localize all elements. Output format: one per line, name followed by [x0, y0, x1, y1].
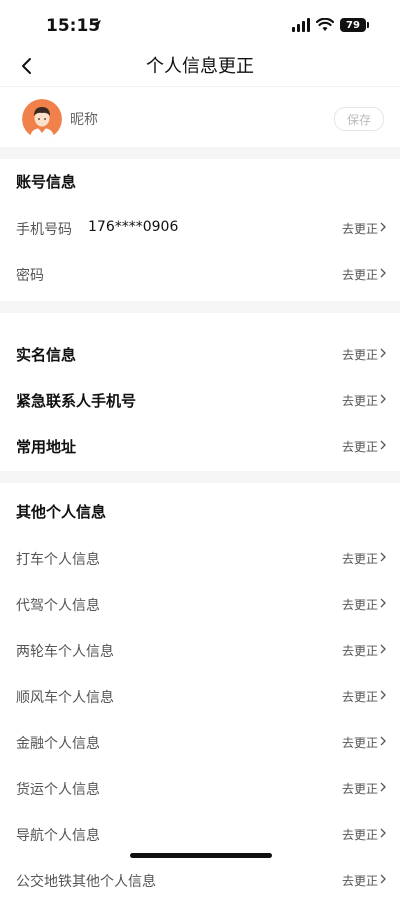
row-label: 货运个人信息 [16, 782, 100, 798]
designated-driver-info-row[interactable]: 代驾个人信息 去更正 [0, 581, 400, 627]
chevron-right-icon [380, 552, 386, 562]
chevron-right-icon [380, 782, 386, 792]
correct-link[interactable]: 去更正 [342, 872, 378, 889]
transit-info-row[interactable]: 公交地铁其他个人信息 去更正 [0, 857, 400, 903]
row-label: 两轮车个人信息 [16, 644, 114, 660]
chevron-right-icon [380, 222, 386, 232]
chevron-right-icon [380, 736, 386, 746]
correct-link[interactable]: 去更正 [342, 826, 378, 843]
navigation-info-row[interactable]: 导航个人信息 去更正 [0, 811, 400, 857]
row-label: 金融个人信息 [16, 736, 100, 752]
row-label: 密码 [16, 268, 44, 284]
phone-number-value: 176****0906 [88, 219, 179, 235]
row-label: 手机号码 [16, 222, 72, 238]
cellular-signal-icon [292, 18, 310, 32]
section-divider [0, 147, 400, 159]
phone-number-row[interactable]: 手机号码 176****0906 去更正 [0, 205, 400, 251]
carpool-info-row[interactable]: 顺风车个人信息 去更正 [0, 673, 400, 719]
chevron-right-icon [380, 348, 386, 358]
correct-link[interactable]: 去更正 [342, 266, 378, 283]
row-label: 公交地铁其他个人信息 [16, 874, 156, 890]
chevron-right-icon [380, 394, 386, 404]
correct-link[interactable]: 去更正 [342, 392, 378, 409]
page-title: 个人信息更正 [146, 56, 254, 77]
chevron-right-icon [380, 828, 386, 838]
freight-info-row[interactable]: 货运个人信息 去更正 [0, 765, 400, 811]
chevron-right-icon [380, 268, 386, 278]
correct-link[interactable]: 去更正 [342, 220, 378, 237]
row-label: 实名信息 [16, 346, 77, 364]
nickname-label: 昵称 [70, 112, 98, 128]
correct-link[interactable]: 去更正 [342, 596, 378, 613]
real-name-row[interactable]: 实名信息 去更正 [0, 331, 400, 377]
password-row[interactable]: 密码 去更正 [0, 251, 400, 297]
save-button[interactable]: 保存 [334, 107, 384, 131]
row-label: 常用地址 [16, 438, 77, 456]
nav-bar: 个人信息更正 [0, 50, 400, 86]
chevron-right-icon [380, 598, 386, 608]
correct-link[interactable]: 去更正 [342, 438, 378, 455]
status-bar: 15:15 79 [0, 0, 400, 50]
row-label: 打车个人信息 [16, 552, 100, 568]
taxi-info-row[interactable]: 打车个人信息 去更正 [0, 535, 400, 581]
section-divider [0, 301, 400, 313]
location-arrow-icon [91, 20, 101, 30]
correct-link[interactable]: 去更正 [342, 780, 378, 797]
chevron-right-icon [380, 690, 386, 700]
section-divider [0, 471, 400, 483]
wifi-icon [316, 18, 334, 31]
row-label: 顺风车个人信息 [16, 690, 114, 706]
chevron-right-icon [380, 440, 386, 450]
profile-row: 昵称 保存 [0, 86, 400, 147]
row-label: 导航个人信息 [16, 828, 100, 844]
section-title-account: 账号信息 [16, 173, 77, 191]
correct-link[interactable]: 去更正 [342, 346, 378, 363]
correct-link[interactable]: 去更正 [342, 642, 378, 659]
home-indicator[interactable] [130, 853, 272, 858]
correct-link[interactable]: 去更正 [342, 550, 378, 567]
finance-info-row[interactable]: 金融个人信息 去更正 [0, 719, 400, 765]
two-wheeler-info-row[interactable]: 两轮车个人信息 去更正 [0, 627, 400, 673]
chevron-right-icon [380, 644, 386, 654]
correct-link[interactable]: 去更正 [342, 688, 378, 705]
emergency-contact-row[interactable]: 紧急联系人手机号 去更正 [0, 377, 400, 423]
chevron-right-icon [380, 874, 386, 884]
section-title-other: 其他个人信息 [16, 503, 107, 521]
battery-icon: 79 [340, 18, 369, 32]
correct-link[interactable]: 去更正 [342, 734, 378, 751]
row-label: 紧急联系人手机号 [16, 392, 137, 410]
avatar-icon [22, 99, 62, 139]
avatar[interactable] [22, 99, 62, 139]
row-label: 代驾个人信息 [16, 598, 100, 614]
common-address-row[interactable]: 常用地址 去更正 [0, 423, 400, 469]
